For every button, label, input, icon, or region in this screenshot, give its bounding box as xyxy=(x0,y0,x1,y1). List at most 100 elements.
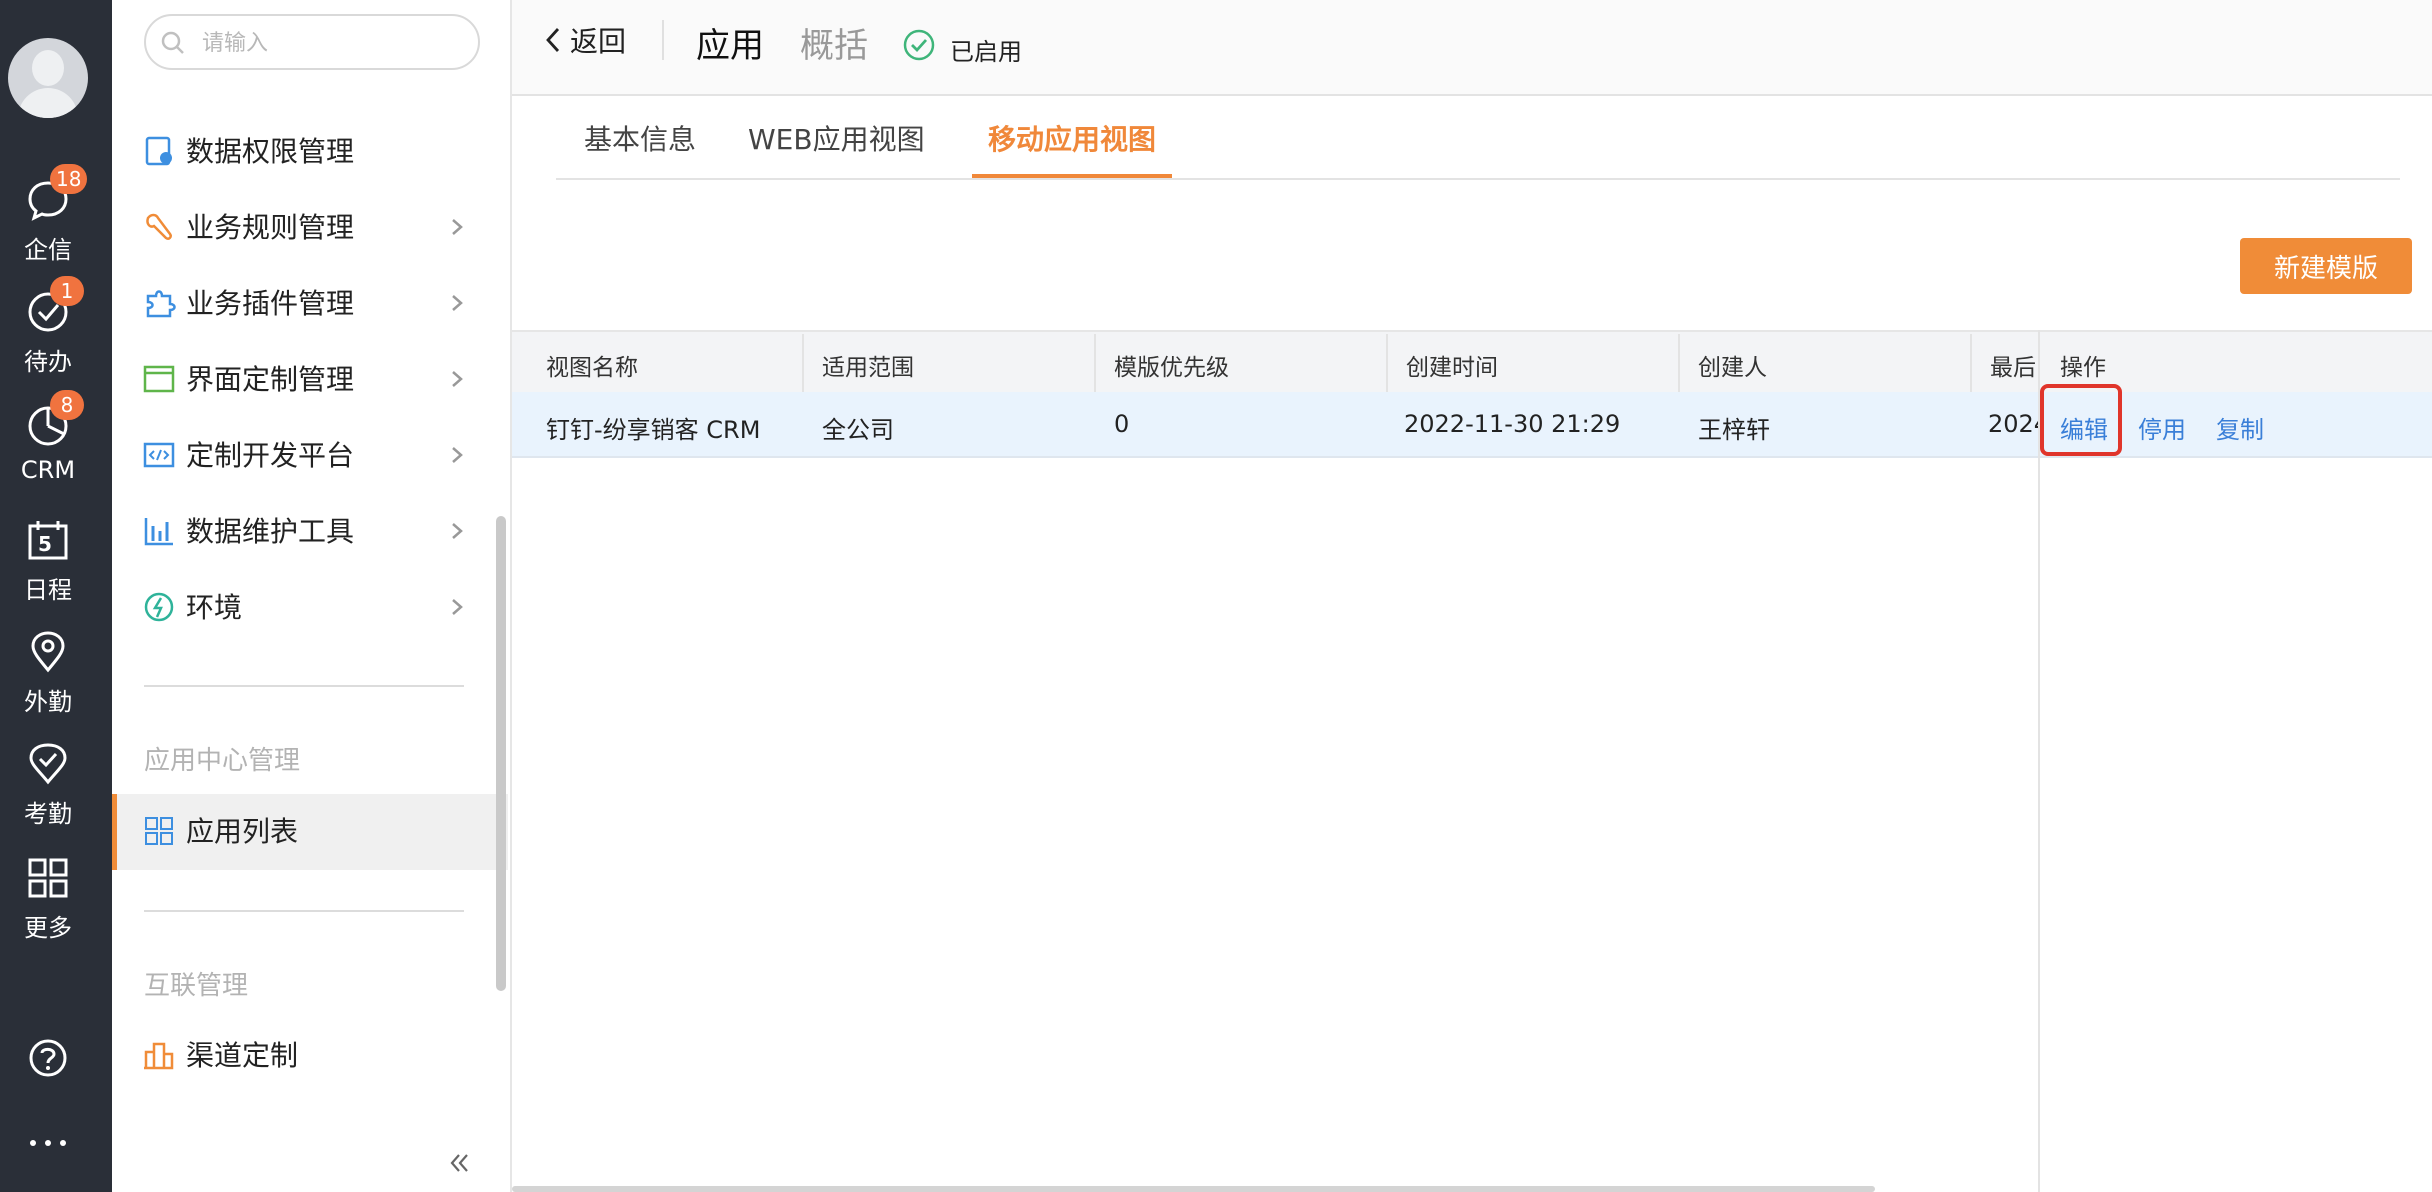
puzzle-icon xyxy=(146,290,176,318)
data-permission-icon xyxy=(145,136,172,166)
column-header: 最后 xyxy=(1990,355,2036,381)
divider xyxy=(144,910,464,912)
wrench-icon xyxy=(146,213,172,240)
tab-basic-info[interactable]: 基本信息 xyxy=(584,118,696,178)
sidebar-item-business-rules[interactable]: 业务规则管理 xyxy=(112,190,508,266)
chevron-right-icon xyxy=(452,523,463,539)
column-divider xyxy=(1094,334,1096,392)
sidebar-item-label: 业务插件管理 xyxy=(186,287,355,320)
rail-item-messages[interactable]: 18 企信 xyxy=(0,164,96,278)
sidebar-item-app-list[interactable]: 应用列表 xyxy=(112,794,508,870)
grid-icon xyxy=(28,858,68,898)
search-input[interactable] xyxy=(202,26,462,60)
rail-item-crm[interactable]: 8 CRM xyxy=(0,390,96,504)
chevron-right-icon xyxy=(452,371,463,387)
sidebar-item-dev-platform[interactable]: 定制开发平台 xyxy=(112,418,508,494)
avatar[interactable] xyxy=(8,38,88,118)
sidebar-item-business-plugins[interactable]: 业务插件管理 xyxy=(112,266,508,342)
attendance-icon xyxy=(29,743,67,785)
status-label: 已启用 xyxy=(950,38,1022,66)
column-header: 视图名称 xyxy=(546,355,638,381)
rail-label: 更多 xyxy=(24,914,72,942)
divider xyxy=(144,685,464,687)
rail-item-todo[interactable]: 1 待办 xyxy=(0,276,96,390)
sidebar-item-label: 界面定制管理 xyxy=(186,363,355,396)
unread-badge: 18 xyxy=(50,164,88,194)
rail-item-attendance[interactable]: 考勤 xyxy=(0,742,96,842)
app-grid-icon xyxy=(145,817,173,845)
chevron-right-icon xyxy=(452,447,463,463)
rail-label: 待办 xyxy=(24,348,72,376)
column-divider xyxy=(1678,334,1680,392)
unread-badge: 1 xyxy=(50,276,84,306)
sidebar-item-environment[interactable]: 环境 xyxy=(112,570,508,646)
cell-priority: 0 xyxy=(1114,410,1130,438)
sidebar-item-label: 环境 xyxy=(186,591,243,624)
clipped-header: 最后 xyxy=(1990,332,2036,392)
main-panel: 返回 应用 概括 已启用 基本信息 WEB应用视图 移动应用视图 新建模版 视图… xyxy=(512,0,2432,1192)
tab-mobile-view[interactable]: 移动应用视图 xyxy=(988,118,1156,178)
cell-view-name: 钉钉-纷享销客 CRM xyxy=(546,416,761,444)
sidebar-scrollbar[interactable] xyxy=(496,516,506,991)
cell-created-time: 2022-11-30 21:29 xyxy=(1404,410,1621,438)
sidebar-item-data-permission[interactable]: 数据权限管理 xyxy=(112,114,508,190)
chevron-right-icon xyxy=(452,219,463,235)
rail-label: 考勤 xyxy=(24,800,72,828)
location-icon xyxy=(31,631,65,673)
section-title: 应用中心管理 xyxy=(144,746,301,776)
settings-sidebar: 数据权限管理 业务规则管理 业务插件管理 界面定制管理 定制开发平台 xyxy=(112,0,512,1192)
sidebar-item-ui-customization[interactable]: 界面定制管理 xyxy=(112,342,508,418)
page-header: 返回 应用 概括 已启用 xyxy=(512,0,2432,96)
check-circle-icon xyxy=(903,29,935,61)
sidebar-item-label: 数据维护工具 xyxy=(186,515,355,548)
collapse-sidebar-icon[interactable] xyxy=(446,1150,472,1176)
actions-column-frozen xyxy=(2038,330,2432,1192)
tab-web-view[interactable]: WEB应用视图 xyxy=(748,118,925,178)
rail-label: CRM xyxy=(20,456,76,484)
table-horizontal-scrollbar[interactable] xyxy=(512,1186,1875,1192)
environment-icon xyxy=(144,592,174,622)
rail-label: 日程 xyxy=(24,576,72,604)
chevron-right-icon xyxy=(452,599,463,615)
column-header: 创建时间 xyxy=(1406,355,1498,381)
chevron-left-icon xyxy=(546,28,560,52)
edit-highlight-box xyxy=(2040,384,2122,456)
divider xyxy=(662,20,664,60)
overview-link[interactable]: 概括 xyxy=(800,18,868,67)
rail-item-more[interactable]: 更多 xyxy=(0,856,96,956)
rail-label: 企信 xyxy=(24,236,72,264)
cell-scope: 全公司 xyxy=(822,416,894,444)
rail-item-calendar[interactable]: 5 日程 xyxy=(0,518,96,618)
app-rail: 18 企信 1 待办 8 CRM 5 日程 外勤 考勤 更多 xyxy=(0,0,112,1192)
sidebar-item-label: 业务规则管理 xyxy=(186,211,355,244)
sidebar-item-channel-custom[interactable]: 渠道定制 xyxy=(112,1018,508,1094)
clipped-cell: 2024 xyxy=(1988,392,2038,456)
column-header: 适用范围 xyxy=(822,355,914,381)
rail-item-field-work[interactable]: 外勤 xyxy=(0,630,96,730)
search-icon xyxy=(161,31,184,54)
section-title: 互联管理 xyxy=(144,971,249,1001)
chevron-right-icon xyxy=(452,295,463,311)
column-divider xyxy=(1970,334,1972,392)
view-tabs: 基本信息 WEB应用视图 移动应用视图 xyxy=(556,104,2400,180)
rail-label: 外勤 xyxy=(24,688,72,716)
new-template-button[interactable]: 新建模版 xyxy=(2240,238,2412,294)
bar-chart-icon xyxy=(144,518,173,546)
column-header: 创建人 xyxy=(1698,355,1767,381)
sidebar-item-label: 定制开发平台 xyxy=(186,439,355,472)
help-icon[interactable] xyxy=(28,1038,68,1078)
active-tab-indicator xyxy=(972,174,1172,178)
sidebar-item-data-maintenance[interactable]: 数据维护工具 xyxy=(112,494,508,570)
page-title: 应用 xyxy=(696,26,764,66)
code-icon xyxy=(143,442,175,468)
sidebar-search[interactable] xyxy=(144,14,480,70)
calendar-date: 5 xyxy=(38,532,52,556)
column-divider xyxy=(1386,334,1388,392)
cell-creator: 王梓轩 xyxy=(1698,416,1770,444)
sidebar-item-label: 数据权限管理 xyxy=(186,135,355,168)
column-divider xyxy=(802,334,804,392)
ellipsis-icon[interactable] xyxy=(28,1138,68,1148)
sidebar-item-label: 应用列表 xyxy=(186,815,299,848)
cell-last-modified: 2024 xyxy=(1988,410,2038,438)
unread-badge: 8 xyxy=(50,390,84,420)
